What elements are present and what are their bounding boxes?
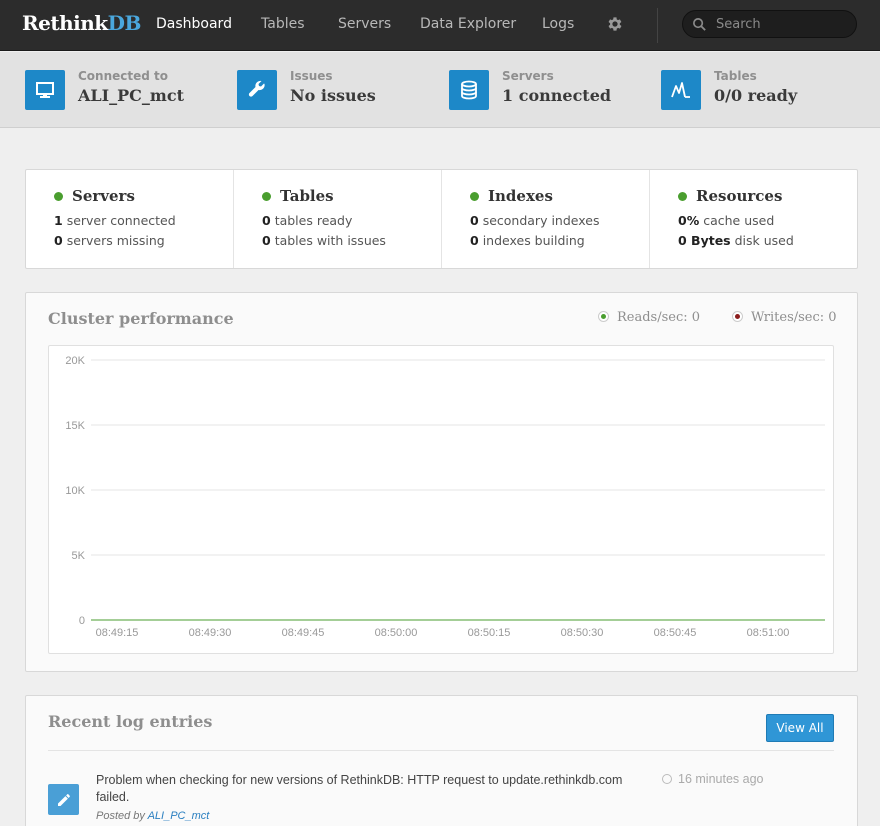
- summary-num: 0: [470, 233, 479, 248]
- y-tick-label: 15K: [65, 420, 85, 432]
- logs-divider: [48, 750, 834, 751]
- summary-text: cache used: [703, 213, 775, 228]
- legend-reads[interactable]: Reads/sec: 0: [598, 310, 700, 325]
- cluster-performance-title: Cluster performance: [48, 309, 234, 328]
- wrench-icon: [237, 70, 277, 110]
- dashboard-summary: Servers 1 server connected 0 servers mis…: [25, 169, 858, 269]
- log-entry-message: Problem when checking for new versions o…: [96, 773, 623, 804]
- database-icon: [449, 70, 489, 110]
- summary-indexes[interactable]: Indexes 0 secondary indexes 0 indexes bu…: [442, 170, 650, 268]
- posted-by-label: Posted by: [96, 810, 145, 822]
- status-connected-value: ALI_PC_mct: [78, 86, 184, 105]
- status-tables-value: 0/0 ready: [714, 86, 798, 105]
- nav-servers[interactable]: Servers: [338, 16, 391, 32]
- summary-num: 0: [470, 213, 479, 228]
- search-input[interactable]: [716, 15, 846, 33]
- monitor-icon: [25, 70, 65, 110]
- reads-legend-dot: [598, 311, 609, 322]
- rethinkdb-logo[interactable]: RethinkDB: [22, 11, 141, 35]
- summary-num: 0%: [678, 213, 700, 228]
- table-icon: [661, 70, 701, 110]
- pencil-icon: [48, 784, 79, 815]
- search-icon: [693, 18, 706, 31]
- summary-resources-line2: 0 Bytes disk used: [678, 233, 794, 248]
- status-tables[interactable]: Tables 0/0 ready: [661, 68, 861, 112]
- log-entry-time: 16 minutes ago: [662, 772, 763, 786]
- x-tick-label: 08:49:45: [282, 627, 325, 639]
- log-entry-time-text: 16 minutes ago: [678, 772, 764, 786]
- summary-indexes-line2: 0 indexes building: [470, 233, 585, 248]
- summary-num: 1: [54, 213, 63, 228]
- summary-tables-line2: 0 tables with issues: [262, 233, 386, 248]
- status-bar: Connected to ALI_PC_mct Issues No issues…: [0, 52, 880, 128]
- summary-tables-title: Tables: [280, 187, 334, 205]
- summary-text: servers missing: [66, 233, 165, 248]
- reads-legend-label: Reads/sec: 0: [617, 310, 701, 325]
- status-issues-value: No issues: [290, 86, 376, 105]
- search-box[interactable]: [682, 10, 857, 38]
- view-all-button[interactable]: View All: [766, 714, 834, 742]
- summary-text: disk used: [734, 233, 794, 248]
- summary-resources[interactable]: Resources 0% cache used 0 Bytes disk use…: [650, 170, 857, 268]
- summary-servers-line1: 1 server connected: [54, 213, 176, 228]
- log-entry-posted: Posted by ALI_PC_mct: [96, 810, 209, 822]
- performance-chart: 20K 15K 10K 5K 0 08:49:15 08:49:30 08:49:45 08:5…: [48, 345, 834, 654]
- summary-servers[interactable]: Servers 1 server connected 0 servers mis…: [26, 170, 234, 268]
- summary-servers-title: Servers: [72, 187, 135, 205]
- status-connected[interactable]: Connected to ALI_PC_mct: [25, 68, 225, 112]
- status-connected-label: Connected to: [78, 69, 169, 83]
- nav-tables[interactable]: Tables: [261, 16, 305, 32]
- status-servers-label: Servers: [502, 69, 554, 83]
- logo-db: DB: [107, 11, 142, 35]
- x-tick-label: 08:49:15: [96, 627, 139, 639]
- summary-tables[interactable]: Tables 0 tables ready 0 tables with issu…: [234, 170, 442, 268]
- y-tick-label: 0: [79, 615, 85, 627]
- summary-num: 0 Bytes: [678, 233, 731, 248]
- status-issues-label: Issues: [290, 69, 333, 83]
- writes-legend-dot: [732, 311, 743, 322]
- x-tick-label: 08:50:45: [654, 627, 697, 639]
- x-tick-label: 08:49:30: [189, 627, 232, 639]
- summary-num: 0: [54, 233, 63, 248]
- legend-writes[interactable]: Writes/sec: 0: [732, 310, 837, 325]
- y-tick-label: 20K: [65, 355, 85, 367]
- summary-text: server connected: [66, 213, 176, 228]
- nav-dashboard[interactable]: Dashboard: [156, 16, 232, 32]
- summary-resources-line1: 0% cache used: [678, 213, 774, 228]
- y-tick-label: 10K: [65, 485, 85, 497]
- status-tables-label: Tables: [714, 69, 757, 83]
- cluster-performance-panel: Cluster performance Reads/sec: 0 Writes/…: [25, 292, 858, 672]
- status-issues[interactable]: Issues No issues: [237, 68, 437, 112]
- x-tick-label: 08:50:30: [561, 627, 604, 639]
- writes-legend-label: Writes/sec: 0: [751, 310, 837, 325]
- status-servers[interactable]: Servers 1 connected: [449, 68, 649, 112]
- nav-data-explorer[interactable]: Data Explorer: [420, 16, 516, 32]
- recent-logs-title: Recent log entries: [48, 712, 213, 731]
- summary-indexes-line1: 0 secondary indexes: [470, 213, 599, 228]
- summary-text: tables with issues: [274, 233, 386, 248]
- nav-logs[interactable]: Logs: [542, 16, 574, 32]
- x-tick-label: 08:50:15: [468, 627, 511, 639]
- x-tick-label: 08:50:00: [375, 627, 418, 639]
- nav-divider: [657, 8, 658, 43]
- summary-resources-title: Resources: [696, 187, 783, 205]
- recent-logs-panel: Recent log entries View All Problem when…: [25, 695, 858, 826]
- top-navbar: RethinkDB Dashboard Tables Servers Data …: [0, 0, 880, 51]
- performance-chart-svg: 20K 15K 10K 5K 0 08:49:15 08:49:30 08:49:45 08:5…: [65, 355, 825, 639]
- summary-tables-line1: 0 tables ready: [262, 213, 352, 228]
- summary-num: 0: [262, 213, 271, 228]
- summary-text: indexes building: [482, 233, 585, 248]
- clock-icon: [662, 774, 672, 784]
- status-servers-value: 1 connected: [502, 86, 612, 105]
- y-tick-label: 5K: [72, 550, 86, 562]
- summary-text: tables ready: [274, 213, 353, 228]
- summary-servers-line2: 0 servers missing: [54, 233, 165, 248]
- x-tick-label: 08:51:00: [747, 627, 790, 639]
- summary-text: secondary indexes: [482, 213, 600, 228]
- log-server-link[interactable]: ALI_PC_mct: [148, 810, 210, 822]
- gear-icon[interactable]: [606, 15, 624, 33]
- summary-num: 0: [262, 233, 271, 248]
- logo-rethink: Rethink: [22, 11, 108, 35]
- summary-indexes-title: Indexes: [488, 187, 553, 205]
